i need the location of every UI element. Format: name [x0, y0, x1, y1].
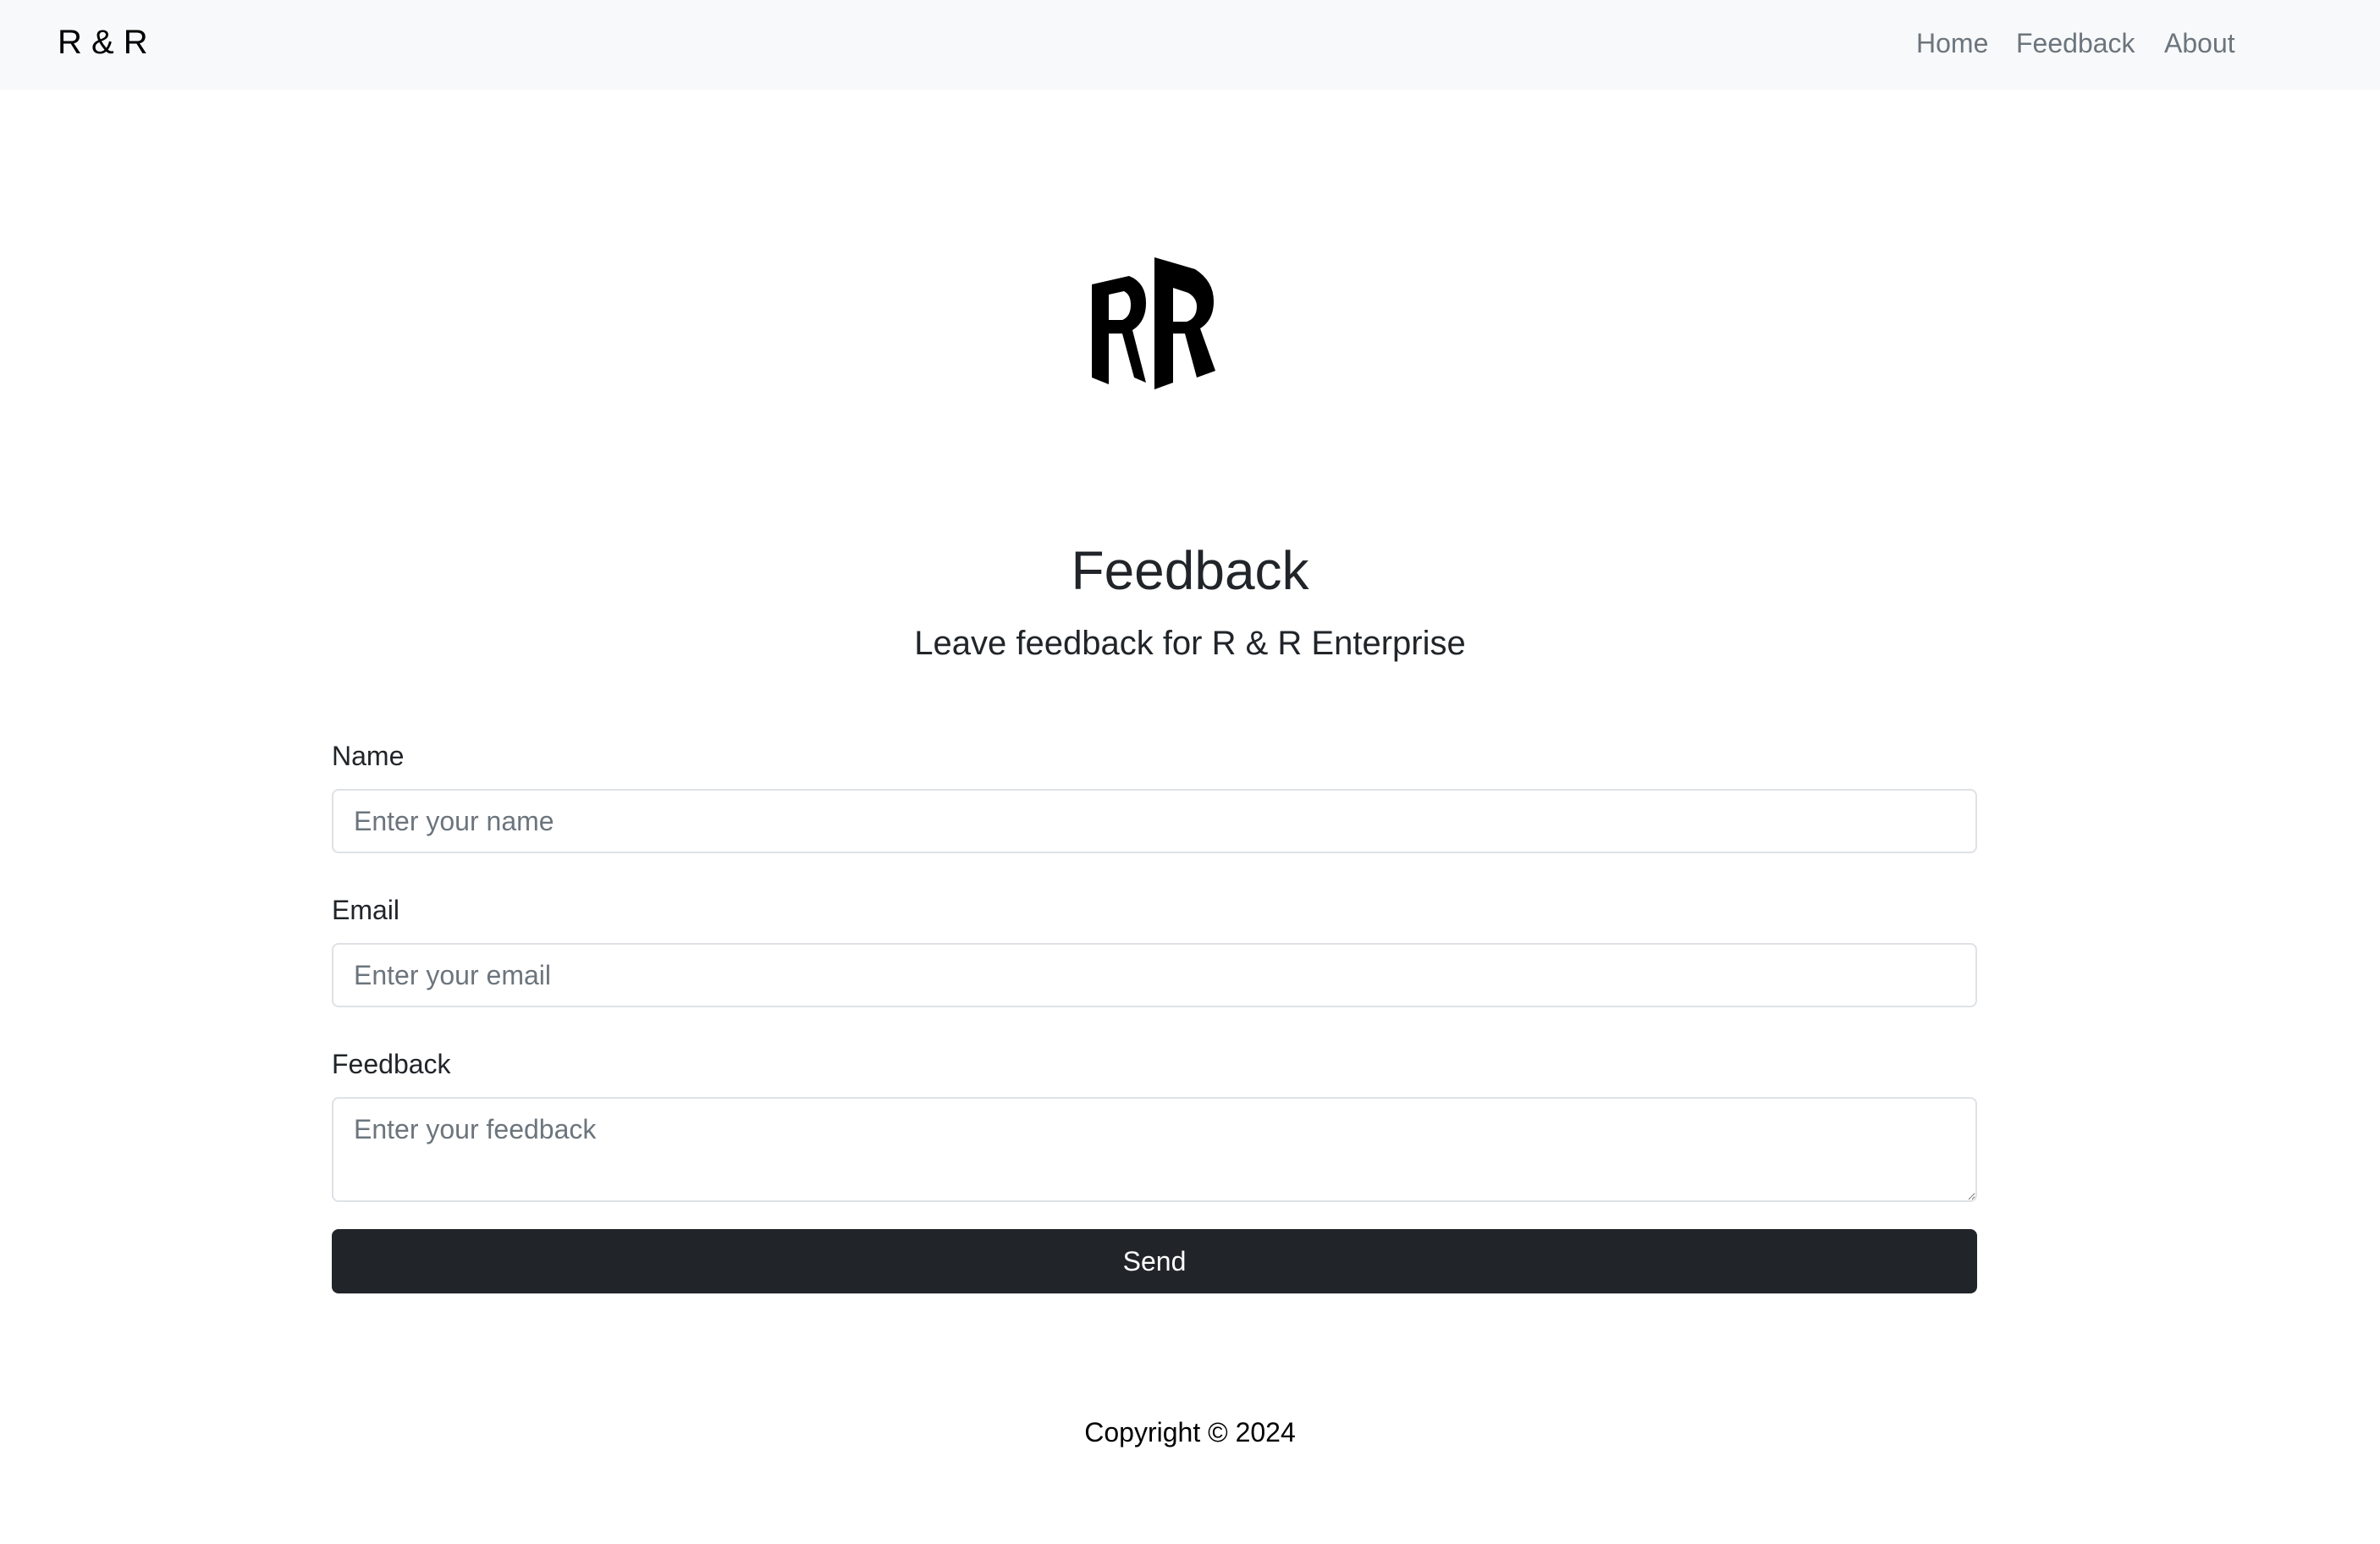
- email-label: Email: [332, 895, 400, 925]
- page-title: Feedback: [1071, 540, 1309, 601]
- navbar: R & R Home Feedback About: [0, 0, 2380, 90]
- feedback-form: Name Email Feedback Send: [332, 735, 1977, 1293]
- rr-logo: [1090, 251, 1217, 389]
- feedback-label: Feedback: [332, 1049, 451, 1079]
- name-input[interactable]: [332, 789, 1977, 853]
- nav-links: Home Feedback About: [0, 22, 2380, 64]
- rr-monogram-icon: [1092, 257, 1215, 389]
- nav-link-feedback[interactable]: Feedback: [2016, 22, 2135, 64]
- name-label: Name: [332, 741, 405, 771]
- feedback-textarea[interactable]: [332, 1097, 1977, 1202]
- nav-link-about[interactable]: About: [2164, 22, 2235, 64]
- nav-link-home[interactable]: Home: [1916, 22, 1988, 64]
- page-subtitle: Leave feedback for R & R Enterprise: [914, 625, 1466, 662]
- copyright-text: Copyright © 2024: [1084, 1417, 1296, 1448]
- email-input[interactable]: [332, 943, 1977, 1007]
- send-button[interactable]: Send: [332, 1229, 1977, 1293]
